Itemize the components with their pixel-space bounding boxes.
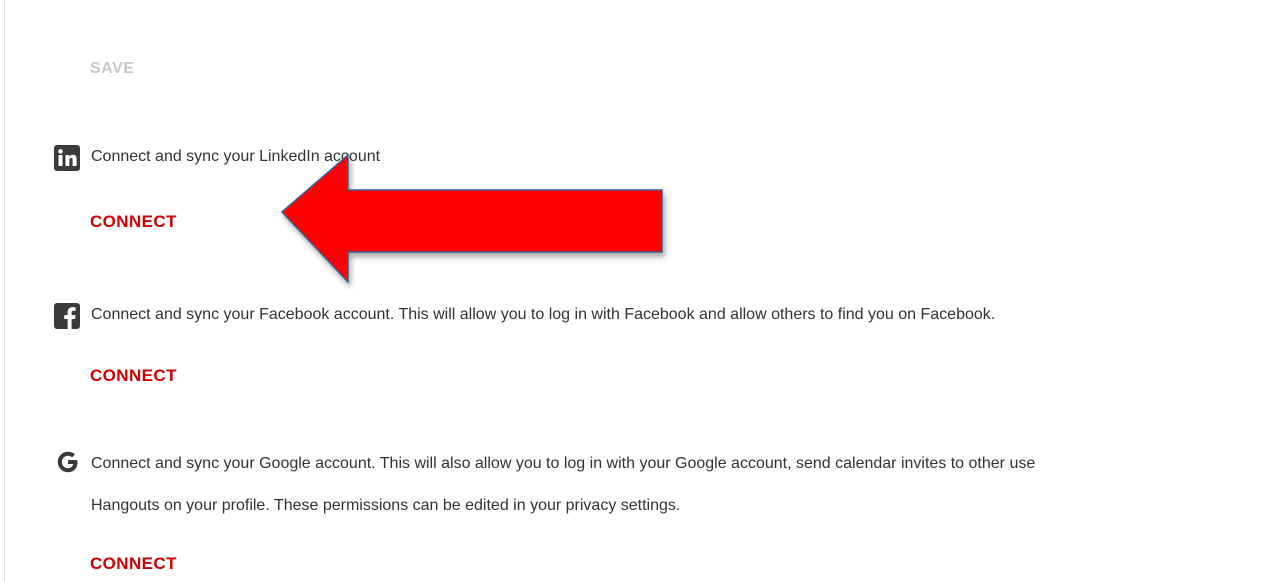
facebook-connect-button[interactable]: CONNECT (90, 366, 177, 386)
google-description-line1: Connect and sync your Google account. Th… (91, 455, 1036, 472)
linkedin-icon (54, 145, 80, 171)
google-icon (57, 451, 78, 473)
facebook-icon (54, 303, 80, 329)
facebook-description: Connect and sync your Facebook account. … (91, 306, 996, 323)
save-button[interactable]: SAVE (90, 60, 134, 78)
linkedin-connect-button[interactable]: CONNECT (90, 212, 177, 232)
google-description-line2: Hangouts on your profile. These permissi… (91, 497, 681, 514)
left-divider (4, 0, 5, 581)
red-arrow-annotation (280, 153, 663, 284)
account-connections-page: SAVE Connect and sync your LinkedIn acco… (0, 0, 1266, 581)
google-connect-button[interactable]: CONNECT (90, 554, 177, 574)
